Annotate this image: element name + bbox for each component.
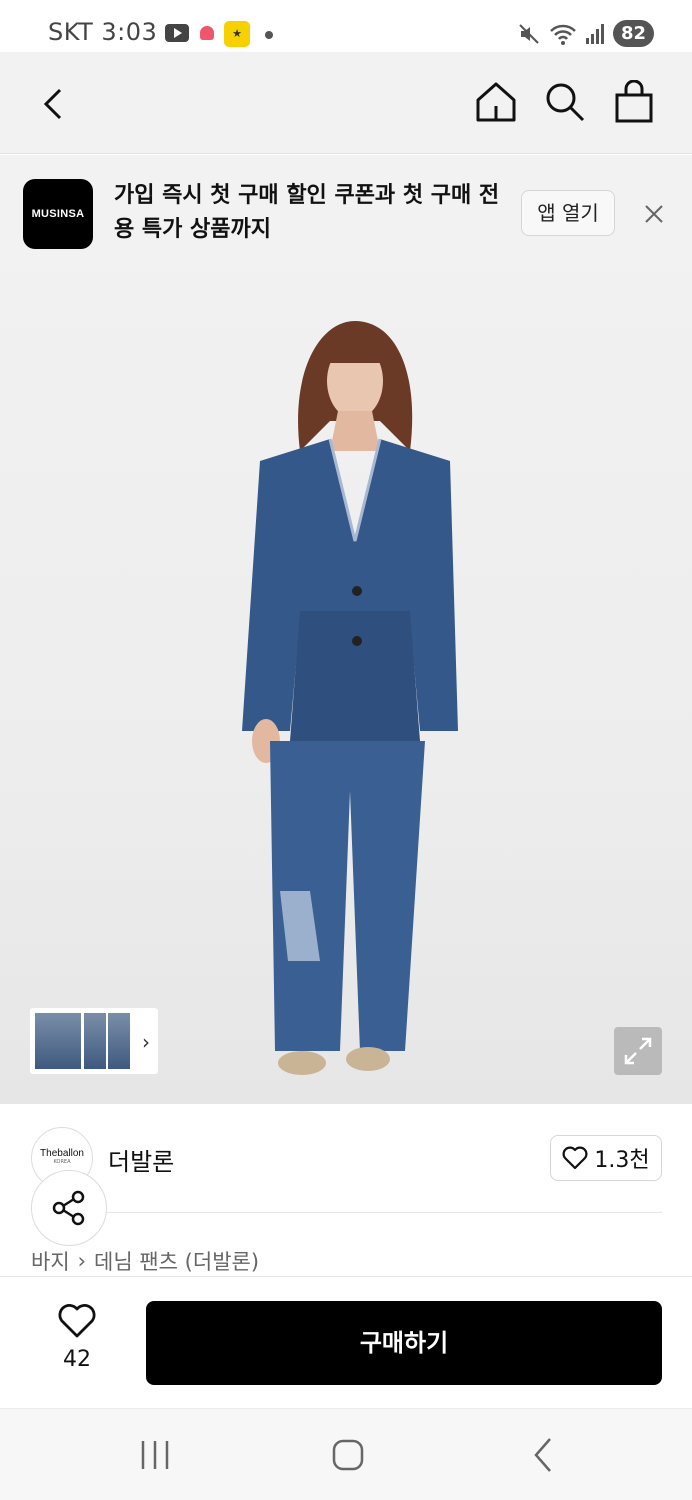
banner-message: 가입 즉시 첫 구매 할인 쿠폰과 첫 구매 전용 특가 상품까지 <box>114 183 500 242</box>
purchase-bar: 42 구매하기 <box>0 1276 692 1408</box>
notification-bell-icon <box>200 26 214 40</box>
buy-button[interactable]: 구매하기 <box>146 1301 662 1385</box>
heart-icon <box>562 1146 588 1170</box>
system-back-icon[interactable] <box>528 1437 558 1473</box>
battery-level: 82 <box>612 20 654 47</box>
thumbnail[interactable] <box>35 1013 81 1069</box>
open-app-button[interactable]: 앱 열기 <box>521 190 615 236</box>
share-icon <box>52 1190 85 1226</box>
more-notifications-dot-icon <box>265 31 273 39</box>
brand-name[interactable]: 더발론 <box>108 1142 174 1177</box>
home-button-icon[interactable] <box>332 1439 364 1471</box>
back-icon[interactable] <box>36 84 76 124</box>
expand-icon <box>624 1037 652 1065</box>
home-icon[interactable] <box>474 80 518 124</box>
search-icon[interactable] <box>543 80 587 124</box>
divider <box>100 1212 662 1213</box>
youtube-icon <box>165 24 189 42</box>
breadcrumb-item[interactable]: 바지 <box>31 1246 70 1276</box>
brand-section: Theballon KOREA 더발론 1.3천 바지 › 데님 팬츠 (더발론… <box>0 1104 692 1276</box>
fullscreen-button[interactable] <box>614 1027 662 1075</box>
wifi-icon <box>550 24 576 45</box>
wishlist-button[interactable]: 42 <box>52 1303 102 1372</box>
breadcrumb: 바지 › 데님 팬츠 (더발론) <box>31 1246 259 1276</box>
brand-like-count: 1.3천 <box>594 1148 650 1173</box>
model-in-denim-image <box>242 321 458 1075</box>
musinsa-logo: MUSINSA <box>23 179 93 249</box>
recent-apps-icon[interactable] <box>138 1439 172 1471</box>
app-install-banner: MUSINSA 가입 즉시 첫 구매 할인 쿠폰과 첫 구매 전용 특가 상품까… <box>0 155 692 271</box>
chevron-right-icon[interactable]: › <box>142 1030 150 1054</box>
close-icon[interactable] <box>640 200 668 228</box>
wishlist-count: 42 <box>63 1347 91 1372</box>
breadcrumb-item[interactable]: 데님 팬츠 (더발론) <box>94 1246 259 1276</box>
share-button[interactable] <box>31 1170 107 1246</box>
top-nav-bar <box>0 52 692 154</box>
carrier-time: SKT 3:03 <box>48 18 158 46</box>
chevron-right-icon: › <box>77 1249 87 1273</box>
system-navigation-bar <box>0 1408 692 1500</box>
status-bar: SKT 3:03 ★ 82 <box>0 0 692 52</box>
thumbnail[interactable] <box>84 1013 106 1069</box>
status-icons: 82 <box>517 20 654 47</box>
heart-icon <box>58 1304 96 1338</box>
signal-icon <box>585 23 604 44</box>
brand-logo-text: Theballon <box>40 1148 84 1159</box>
thumbnail-strip[interactable]: › <box>30 1008 158 1074</box>
thumbnail[interactable] <box>108 1013 130 1069</box>
shopping-bag-icon[interactable] <box>612 80 656 124</box>
kakao-icon: ★ <box>224 21 250 47</box>
mute-icon <box>519 23 539 44</box>
product-image[interactable]: › <box>0 271 692 1104</box>
brand-like-button[interactable]: 1.3천 <box>550 1135 662 1181</box>
brand-logo-subtext: KOREA <box>53 1159 71 1165</box>
